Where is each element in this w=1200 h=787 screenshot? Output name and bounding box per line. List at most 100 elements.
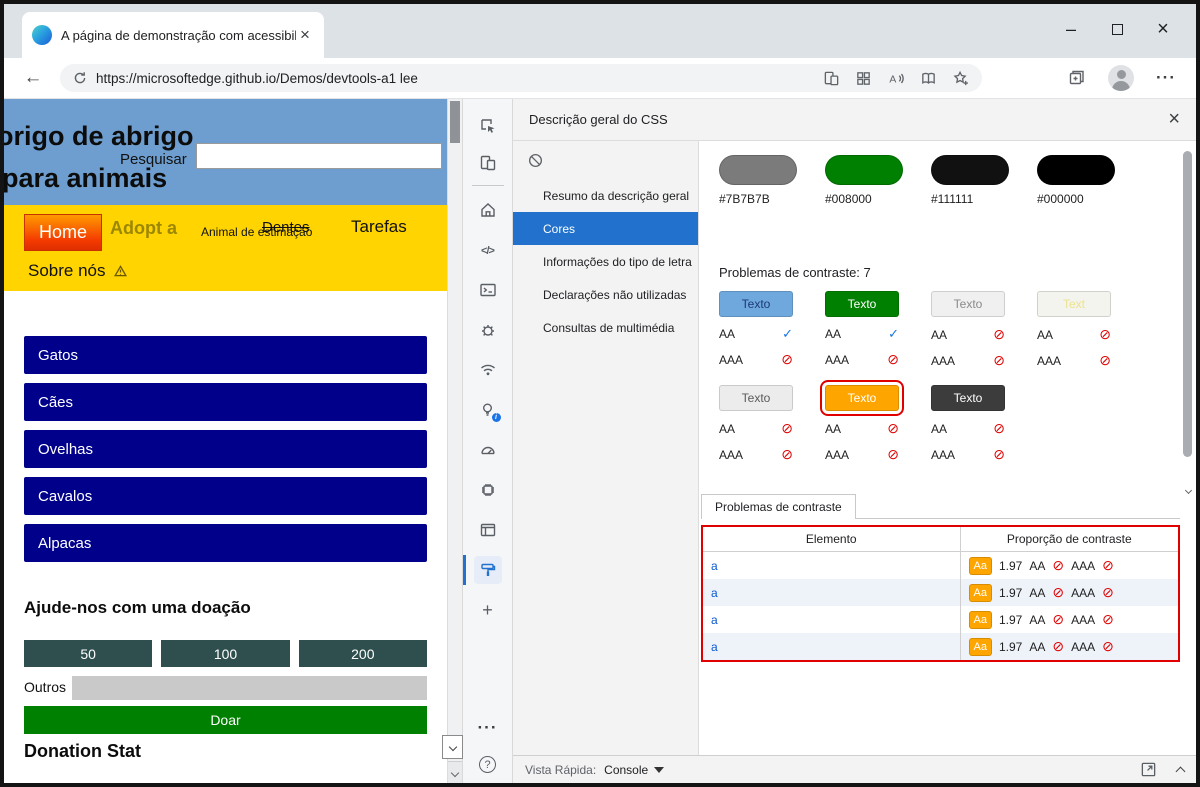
devtools-panel: Descrição geral do CSS Resumo da descriç… — [513, 99, 1196, 783]
nav-tarefas-link[interactable]: Tarefas — [351, 217, 407, 237]
contrast-sample-button[interactable]: Text — [1037, 291, 1111, 317]
amount-button[interactable]: 100 — [161, 640, 289, 667]
contrast-issues-heading: Problemas de contraste: 7 — [719, 265, 871, 280]
minimize-button[interactable] — [1048, 12, 1094, 46]
panel-close-icon[interactable] — [1168, 108, 1180, 131]
apps-grid-icon[interactable] — [855, 70, 872, 87]
performance-icon[interactable] — [463, 430, 512, 470]
color-swatch[interactable] — [931, 155, 1009, 185]
category-button[interactable]: Cavalos — [24, 477, 427, 515]
sidebar-item-summary[interactable]: Resumo da descrição geral — [513, 179, 698, 212]
console-icon[interactable] — [463, 270, 512, 310]
other-amount-input[interactable] — [72, 676, 427, 700]
amount-button[interactable]: 200 — [299, 640, 427, 667]
tab-close-icon[interactable] — [296, 25, 314, 45]
help-icon[interactable] — [463, 746, 512, 783]
devtools-panel-body: Resumo da descrição geral Cores Informaç… — [513, 141, 1196, 755]
aaa-label: AAA — [931, 354, 955, 368]
category-button[interactable]: Ovelhas — [24, 430, 427, 468]
amount-button[interactable]: 50 — [24, 640, 152, 667]
scrollbar-down-arrow[interactable] — [448, 761, 462, 783]
table-row[interactable]: a Aa 1.97 AA AAA — [703, 633, 1178, 660]
donate-button[interactable]: Doar — [24, 706, 427, 734]
aa-label: AA — [825, 327, 841, 341]
dock-icon[interactable] — [1140, 761, 1157, 778]
scrollbar-thumb[interactable] — [450, 101, 460, 143]
scroll-down-button[interactable] — [442, 735, 463, 759]
scrollbar-down-arrow[interactable] — [1182, 488, 1194, 493]
donation-amounts: 50 100 200 — [24, 640, 427, 667]
contrast-sample-button[interactable]: Texto — [825, 385, 899, 411]
aa-result-icon — [888, 326, 899, 342]
application-icon[interactable] — [463, 510, 512, 550]
more-tools-icon[interactable] — [463, 709, 512, 746]
search-input[interactable] — [196, 143, 442, 169]
memory-icon[interactable] — [463, 470, 512, 510]
color-swatch-label: #000000 — [1037, 192, 1143, 206]
aa-label: AA — [1029, 613, 1045, 627]
category-button[interactable]: Cães — [24, 383, 427, 421]
scrollbar-thumb[interactable] — [1183, 151, 1192, 457]
sidebar-item-media-queries[interactable]: Consultas de multimédia — [513, 311, 698, 344]
reload-icon[interactable] — [72, 70, 88, 86]
browser-tab[interactable]: A página de demonstração com acessibilid… — [22, 12, 324, 58]
device-icon[interactable] — [823, 70, 840, 87]
quickview-select[interactable]: Console — [604, 763, 664, 777]
color-swatch[interactable] — [825, 155, 903, 185]
color-swatch[interactable] — [1037, 155, 1115, 185]
status-bar-icons — [1140, 761, 1184, 778]
favorites-star-icon[interactable] — [952, 70, 970, 87]
css-overview-icon[interactable] — [463, 550, 512, 590]
maximize-button[interactable] — [1094, 12, 1140, 46]
page-scrollbar[interactable] — [447, 99, 462, 783]
table-row[interactable]: a Aa 1.97 AA AAA — [703, 579, 1178, 606]
color-badge: Aa — [969, 638, 992, 656]
contrast-sample-button[interactable]: Texto — [825, 291, 899, 317]
back-button[interactable] — [18, 67, 48, 89]
sidebar-item-unused-declarations[interactable]: Declarações não utilizadas — [513, 278, 698, 311]
contrast-ratio: 1.97 — [999, 613, 1022, 627]
elements-icon[interactable] — [463, 230, 512, 270]
issues-icon[interactable] — [463, 310, 512, 350]
home-icon[interactable] — [463, 190, 512, 230]
css-overview-sidebar: Resumo da descrição geral Cores Informaç… — [513, 141, 699, 755]
element-link[interactable]: a — [711, 559, 718, 573]
aa-result-icon — [782, 326, 793, 342]
profile-avatar[interactable] — [1108, 65, 1134, 91]
content-scrollbar[interactable] — [1182, 147, 1194, 493]
close-button[interactable] — [1140, 12, 1186, 46]
element-link[interactable]: a — [711, 613, 718, 627]
sidebar-item-colors[interactable]: Cores — [513, 212, 698, 245]
contrast-issues-tab[interactable]: Problemas de contraste — [701, 494, 856, 519]
collections-icon[interactable] — [1068, 69, 1086, 87]
contrast-sample-button[interactable]: Texto — [719, 291, 793, 317]
element-link[interactable]: a — [711, 640, 718, 654]
settings-menu-icon[interactable] — [1156, 68, 1176, 88]
inspect-icon[interactable] — [463, 107, 512, 144]
read-aloud-icon[interactable]: A — [887, 70, 905, 87]
nav-home-link[interactable]: Home — [24, 214, 102, 251]
color-swatch[interactable] — [719, 155, 797, 185]
table-row[interactable]: a Aa 1.97 AA AAA — [703, 606, 1178, 633]
nav-adopt-link[interactable]: Adopt a — [110, 218, 177, 239]
device-toolbar-icon[interactable] — [463, 144, 512, 181]
clear-overview-icon[interactable] — [527, 152, 544, 169]
immersive-reader-icon[interactable] — [920, 70, 937, 87]
category-button[interactable]: Gatos — [24, 336, 427, 374]
address-bar[interactable]: https://microsoftedge.github.io/Demos/de… — [60, 64, 982, 92]
element-link[interactable]: a — [711, 586, 718, 600]
table-row[interactable]: a Aa 1.97 AA AAA — [703, 552, 1178, 579]
lightbulb-icon[interactable]: i — [463, 390, 512, 430]
network-icon[interactable] — [463, 350, 512, 390]
contrast-sample-button[interactable]: Texto — [719, 385, 793, 411]
contrast-sample-button[interactable]: Texto — [931, 291, 1005, 317]
aa-label: AA — [825, 422, 841, 436]
sidebar-item-font-info[interactable]: Informações do tipo de letra — [513, 245, 698, 278]
aa-result-icon — [1099, 326, 1111, 343]
nav-dentes-link[interactable]: Dentes — [262, 219, 310, 236]
nav-about-link[interactable]: Sobre nós — [28, 261, 106, 281]
chevron-up-icon[interactable] — [1176, 766, 1186, 776]
contrast-sample-button[interactable]: Texto — [931, 385, 1005, 411]
add-panel-icon[interactable] — [463, 590, 512, 630]
category-button[interactable]: Alpacas — [24, 524, 427, 562]
